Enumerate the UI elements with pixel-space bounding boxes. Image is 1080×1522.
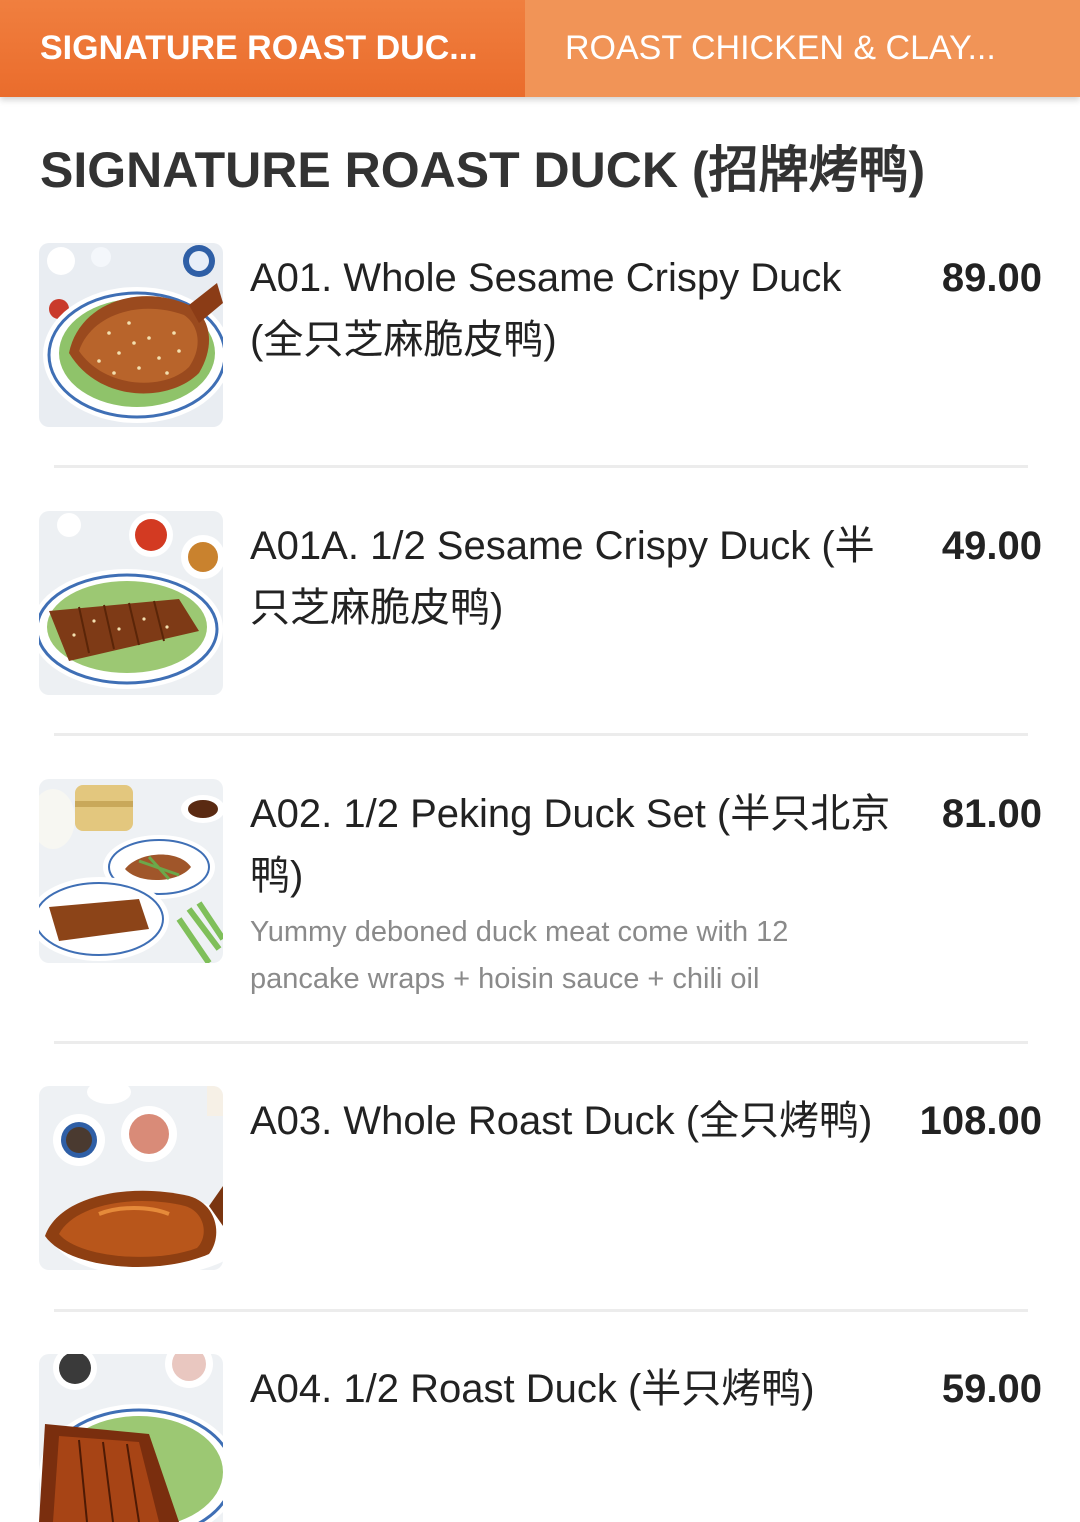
item-description: Yummy deboned duck meat come with 12 pan… — [250, 916, 789, 995]
divider — [54, 465, 1028, 468]
item-price: 81.00 — [941, 792, 1042, 836]
item-name: A01. Whole Sesame Crispy Duck (全只芝麻脆皮鸭) — [250, 256, 842, 362]
tab-label: ROAST CHICKEN & CLAY... — [565, 29, 996, 67]
item-price: 59.00 — [941, 1367, 1042, 1411]
item-name: A03. Whole Roast Duck (全只烤鸭) — [250, 1099, 873, 1143]
category-tabbar: SIGNATURE ROAST DUC... ROAST CHICKEN & C… — [0, 0, 1080, 97]
divider — [54, 1309, 1028, 1312]
item-price: 108.00 — [919, 1099, 1042, 1143]
tab-roast-chicken[interactable]: ROAST CHICKEN & CLAY... — [525, 0, 1080, 97]
tab-label: SIGNATURE ROAST DUC... — [40, 29, 478, 67]
dish-photo — [39, 779, 223, 963]
dish-photo — [39, 1086, 223, 1270]
divider — [54, 1041, 1028, 1044]
divider — [54, 733, 1028, 736]
dish-photo — [39, 243, 223, 427]
item-price: 89.00 — [941, 256, 1042, 300]
section-title: SIGNATURE ROAST DUCK (招牌烤鸭) — [40, 142, 926, 198]
dish-photo — [39, 511, 223, 695]
item-name: A01A. 1/2 Sesame Crispy Duck (半只芝麻脆皮鸭) — [250, 524, 875, 630]
item-price: 49.00 — [941, 524, 1042, 568]
tab-signature-roast-duck[interactable]: SIGNATURE ROAST DUC... — [0, 0, 525, 97]
item-name: A02. 1/2 Peking Duck Set (半只北京鸭) — [250, 792, 891, 898]
item-name: A04. 1/2 Roast Duck (半只烤鸭) — [250, 1367, 815, 1411]
dish-photo — [39, 1354, 223, 1522]
